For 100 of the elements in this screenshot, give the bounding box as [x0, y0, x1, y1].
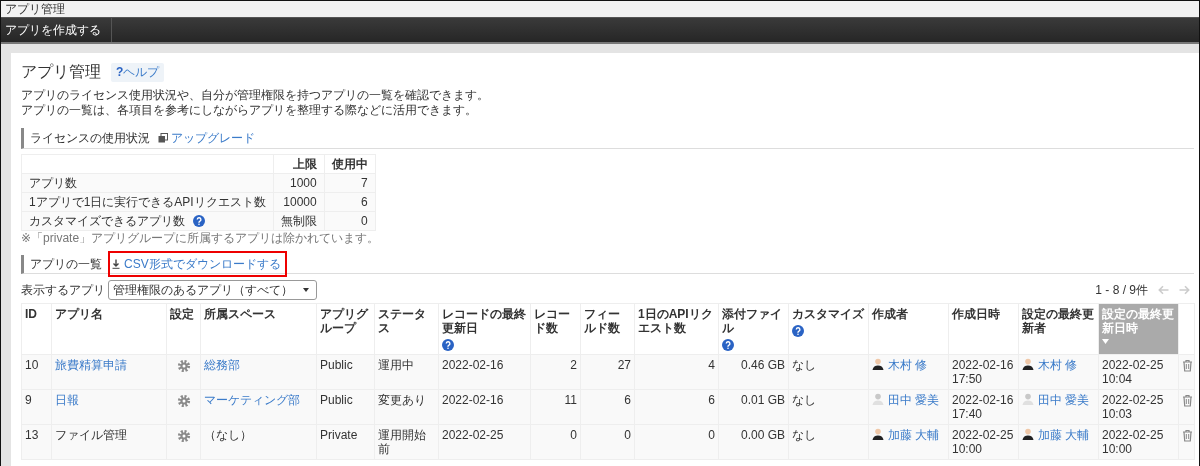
- table-cell: 2022-02-16: [438, 389, 531, 425]
- column-header[interactable]: 作成日時: [952, 307, 1000, 321]
- sort-descending-icon: [1102, 339, 1109, 344]
- column-header-cell[interactable]: レコード数: [530, 303, 581, 355]
- table-cell: 6: [634, 389, 719, 425]
- table-cell: 9: [21, 389, 52, 425]
- window-title: アプリ管理: [1, 1, 1199, 18]
- table-cell: なし: [788, 424, 869, 460]
- table-cell: 2022-02-25 10:03: [1098, 389, 1179, 425]
- column-header[interactable]: 添付ファイル: [722, 307, 785, 335]
- table-cell: 4: [634, 354, 719, 390]
- column-header-cell[interactable]: 作成者: [868, 303, 949, 355]
- column-header-cell[interactable]: アプリ名: [51, 303, 167, 355]
- gear-icon[interactable]: [176, 393, 191, 408]
- table-cell: 7: [324, 173, 376, 193]
- table-cell: Public: [316, 354, 375, 390]
- caret-icon: [303, 288, 309, 292]
- gear-icon[interactable]: [176, 428, 191, 443]
- column-header: 使用中: [324, 154, 376, 174]
- column-header[interactable]: ステータス: [378, 307, 435, 335]
- table-cell: 10: [21, 354, 52, 390]
- column-header[interactable]: 設定: [170, 307, 194, 321]
- help-icon[interactable]: [792, 325, 804, 337]
- column-header[interactable]: レコード数: [534, 307, 577, 335]
- user-link[interactable]: 木村 修: [1038, 358, 1078, 372]
- download-icon: [112, 259, 120, 269]
- column-header-cell[interactable]: 設定: [166, 303, 201, 355]
- windows-icon: [158, 133, 168, 143]
- table-cell: 2: [530, 354, 581, 390]
- user-link[interactable]: 木村 修: [888, 358, 928, 372]
- help-icon[interactable]: [722, 339, 734, 351]
- trash-icon[interactable]: [1182, 359, 1193, 373]
- table-cell: 0: [324, 211, 376, 231]
- column-header[interactable]: 設定の最終更新者: [1022, 307, 1095, 335]
- column-header-cell[interactable]: アプリグループ: [316, 303, 375, 355]
- gear-icon[interactable]: [176, 358, 191, 373]
- table-cell: 0: [580, 424, 635, 460]
- column-header-cell[interactable]: 1日のAPIリクエスト数: [634, 303, 719, 355]
- page-title: アプリ管理: [21, 62, 101, 82]
- column-header[interactable]: 1日のAPIリクエスト数: [638, 307, 715, 335]
- csv-download-link[interactable]: CSV形式でダウンロードする: [110, 253, 285, 275]
- table-cell: なし: [788, 354, 869, 390]
- table-cell: カスタマイズできるアプリ数: [29, 214, 185, 228]
- table-cell: 0: [530, 424, 581, 460]
- footnote-text: ※「private」アプリグループに所属するアプリは除かれています。: [21, 231, 381, 245]
- table-cell: 1000: [273, 173, 325, 193]
- column-header-cell[interactable]: 添付ファイル: [718, 303, 789, 355]
- description-text: アプリの一覧は、各項目を参考にしながらアプリを整理する際などに活用できます。: [21, 103, 477, 118]
- app-filter-dropdown[interactable]: 管理権限のあるアプリ（すべて）: [108, 280, 317, 300]
- column-header-cell[interactable]: 所属スペース: [200, 303, 317, 355]
- table-cell: 2022-02-16 17:50: [948, 354, 1019, 390]
- table-cell: 運用中: [374, 354, 439, 390]
- column-header[interactable]: フィールド数: [584, 307, 631, 335]
- column-header[interactable]: アプリ名: [55, 307, 103, 321]
- help-icon[interactable]: [442, 339, 454, 351]
- table-cell: なし: [788, 389, 869, 425]
- table-cell: 変更あり: [374, 389, 439, 425]
- table-cell: 2022-02-25 10:04: [1098, 354, 1179, 390]
- table-cell: 10000: [273, 192, 325, 212]
- pagination-range: 1 - 8 / 9件: [1095, 281, 1148, 299]
- column-header[interactable]: カスタマイズ: [792, 307, 864, 321]
- table-cell: 2022-02-16: [438, 354, 531, 390]
- table-cell: 13: [21, 424, 52, 460]
- table-cell: 2022-02-25: [438, 424, 531, 460]
- trash-icon[interactable]: [1182, 394, 1193, 408]
- column-header-cell[interactable]: レコードの最終更新日: [438, 303, 531, 355]
- help-icon[interactable]: [193, 215, 205, 227]
- table-cell: 0.46 GB: [718, 354, 789, 390]
- column-header: 上限: [273, 154, 325, 174]
- description-text: アプリのライセンス使用状況や、自分が管理権限を持つアプリの一覧を確認できます。: [21, 88, 489, 103]
- table-cell: 2022-02-16 17:40: [948, 389, 1019, 425]
- column-header-cell[interactable]: 作成日時: [948, 303, 1019, 355]
- column-header[interactable]: レコードの最終更新日: [442, 307, 527, 335]
- table-cell: 6: [580, 389, 635, 425]
- column-header-cell[interactable]: フィールド数: [580, 303, 635, 355]
- column-header-cell[interactable]: ステータス: [374, 303, 439, 355]
- column-header[interactable]: 所属スペース: [204, 307, 276, 321]
- table-cell: 0: [634, 424, 719, 460]
- table-cell: 運用開始前: [374, 424, 439, 460]
- trash-icon[interactable]: [1182, 429, 1193, 443]
- section-heading: アプリの一覧: [30, 257, 102, 271]
- table-cell: 2022-02-25 10:00: [1098, 424, 1179, 460]
- table-cell: 27: [580, 354, 635, 390]
- table-cell: ファイル管理: [55, 428, 127, 442]
- app-name-link[interactable]: 日報: [55, 393, 79, 407]
- column-header[interactable]: 作成者: [872, 307, 908, 321]
- create-app-button[interactable]: アプリを作成する: [1, 18, 112, 42]
- column-header[interactable]: ID: [25, 307, 37, 321]
- help-link[interactable]: ?ヘルプ: [111, 62, 165, 82]
- column-header-cell[interactable]: ID: [21, 303, 52, 355]
- column-header-cell[interactable]: 設定の最終更新者: [1018, 303, 1099, 355]
- table-cell: 1アプリで1日に実行できるAPIリクエスト数: [21, 192, 274, 212]
- column-header-cell[interactable]: カスタマイズ: [788, 303, 869, 355]
- upgrade-link[interactable]: アップグレード: [158, 130, 255, 146]
- space-link[interactable]: 総務部: [204, 358, 240, 372]
- section-heading: ライセンスの使用状況: [30, 131, 150, 145]
- table-cell: Public: [316, 389, 375, 425]
- table-cell: 6: [324, 192, 376, 212]
- table-cell: 2022-02-25 10:00: [948, 424, 1019, 460]
- column-header[interactable]: アプリグループ: [320, 307, 371, 335]
